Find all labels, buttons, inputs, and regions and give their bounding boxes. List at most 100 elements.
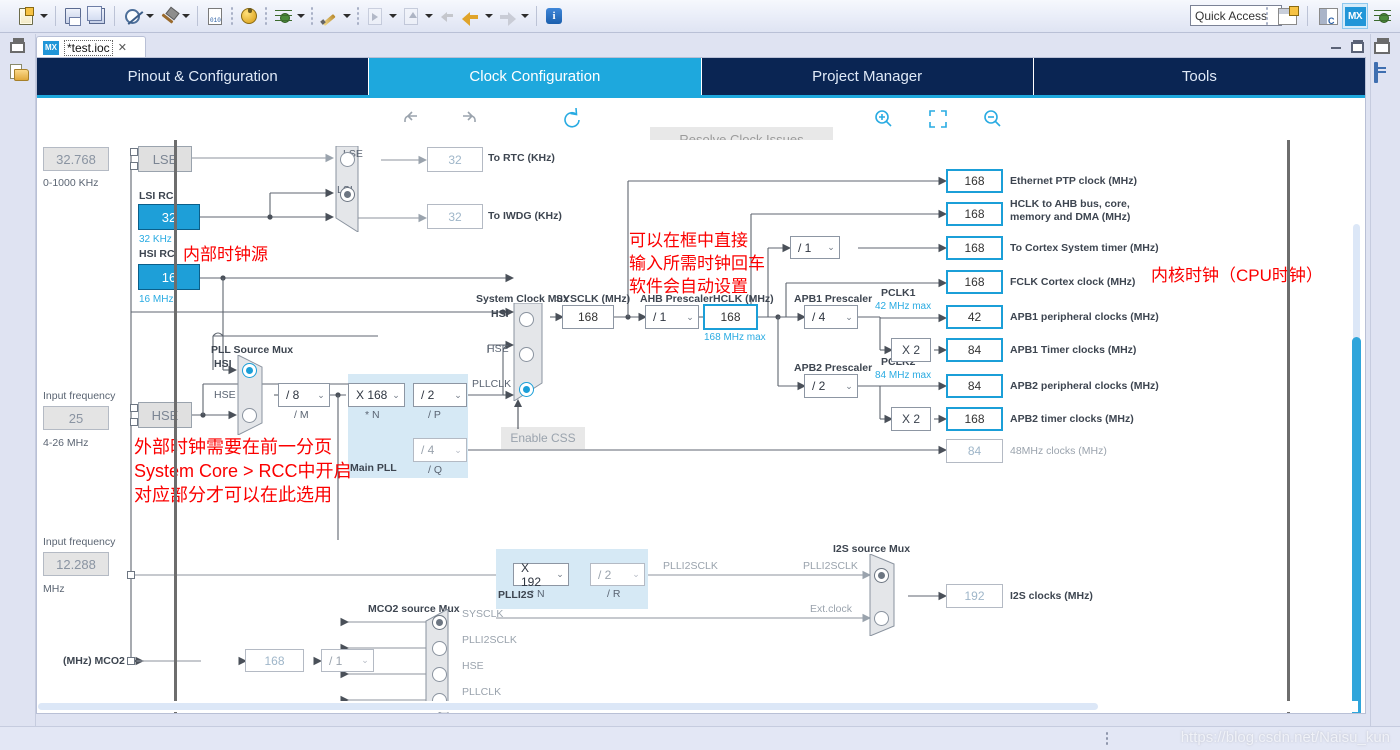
i2s-mux-radio-plli2sclk[interactable] xyxy=(874,568,889,583)
to-rtc-value-box[interactable]: 32 xyxy=(427,147,483,172)
output-value-fclk-cortex[interactable]: 168 xyxy=(946,270,1003,294)
i2s-input-frequency[interactable]: 12.288 xyxy=(43,552,109,576)
restore-view-button[interactable] xyxy=(10,38,34,60)
scrollbar-thumb[interactable] xyxy=(38,703,1098,710)
console-view-button[interactable] xyxy=(1373,62,1398,86)
mco-mux-radio-sysclk[interactable] xyxy=(432,615,447,630)
cubemx-perspective-button[interactable]: MX xyxy=(1342,3,1368,29)
canvas-left-divider[interactable] xyxy=(174,140,177,713)
no-build-button[interactable] xyxy=(120,4,144,28)
i2s-mux-radio-ext-clock[interactable] xyxy=(874,611,889,626)
no-build-dropdown-arrow[interactable] xyxy=(144,5,156,27)
sysmux-radio-hse[interactable] xyxy=(519,347,534,362)
status-bar-grip[interactable] xyxy=(1105,731,1109,747)
rtc-mux-radio-lse[interactable] xyxy=(340,152,355,167)
mco-mux-radio-plli2sclk[interactable] xyxy=(432,641,447,656)
apb1-prescaler-combo[interactable]: / 4 ⌄ xyxy=(804,305,858,329)
fit-to-screen-icon[interactable] xyxy=(925,107,951,131)
i2s-source-mux[interactable] xyxy=(868,554,912,636)
forward-dropdown-arrow[interactable] xyxy=(519,5,531,27)
project-explorer-button[interactable] xyxy=(10,64,34,86)
mco-value-box[interactable]: 168 xyxy=(245,649,304,672)
run-button[interactable] xyxy=(237,4,261,28)
c-cpp-perspective-button[interactable] xyxy=(1316,4,1340,28)
rtc-mux-radio-lsi[interactable] xyxy=(340,187,355,202)
output-value-apb1-peripheral[interactable]: 42 xyxy=(946,305,1003,329)
back-dropdown-arrow[interactable] xyxy=(483,5,495,27)
plli2s-n-combo[interactable]: X 192 ⌄ xyxy=(513,561,569,589)
debug-button[interactable] xyxy=(271,4,295,28)
toolbar-grip[interactable] xyxy=(230,6,234,26)
apb2-prescaler-combo[interactable]: / 2 ⌄ xyxy=(804,374,858,398)
pll-m-divider-combo[interactable]: / 8 ⌄ xyxy=(278,383,330,407)
build-button[interactable] xyxy=(156,4,180,28)
scrollbar-thumb[interactable] xyxy=(1352,337,1361,713)
save-button[interactable] xyxy=(61,4,85,28)
pll-p-divider-combo[interactable]: / 2 ⌄ xyxy=(413,383,467,407)
mco-mux-radio-hse[interactable] xyxy=(432,667,447,682)
lse-input-frequency[interactable]: 32.768 xyxy=(43,147,109,171)
to-iwdg-value-box[interactable]: 32 xyxy=(427,204,483,229)
perspective-grip[interactable] xyxy=(1265,6,1269,26)
hclk-value-box[interactable]: 168 xyxy=(703,304,758,330)
clock-tree-canvas[interactable]: 32.768 0-1000 KHz LSE LSI RC 32 32 KHz H… xyxy=(38,140,1365,713)
sysclk-value-box[interactable]: 168 xyxy=(562,305,614,329)
forward-button[interactable] xyxy=(495,4,519,28)
close-icon[interactable]: ✕ xyxy=(118,41,127,54)
plli2s-r-combo[interactable]: / 2 ⌄ xyxy=(590,563,645,586)
back-button[interactable] xyxy=(459,4,483,28)
build-dropdown-arrow[interactable] xyxy=(180,5,192,27)
reset-icon[interactable] xyxy=(560,107,586,131)
output-value-ethernet-ptp[interactable]: 168 xyxy=(946,169,1003,193)
mco-divider-combo[interactable]: / 1 ⌄ xyxy=(321,649,374,672)
toolbar-grip[interactable] xyxy=(310,6,314,26)
i2s-clocks-value-box[interactable]: 192 xyxy=(946,584,1003,608)
binaries-button[interactable] xyxy=(203,4,227,28)
output-value-apb2-timer[interactable]: 168 xyxy=(946,407,1003,431)
zoom-in-icon[interactable] xyxy=(871,107,897,131)
output-value-48mhz[interactable]: 84 xyxy=(946,439,1003,463)
output-value-apb1-timer[interactable]: 84 xyxy=(946,338,1003,362)
open-tool-dropdown-arrow[interactable] xyxy=(341,5,353,27)
pll-mux-radio-hsi[interactable] xyxy=(242,363,257,378)
output-value-hclk-ahb[interactable]: 168 xyxy=(946,202,1003,226)
pll-mux-radio-hse[interactable] xyxy=(242,408,257,423)
next-annotation-dropdown-arrow[interactable] xyxy=(423,5,435,27)
back-small-button[interactable] xyxy=(435,4,459,28)
debug-perspective-button[interactable] xyxy=(1370,4,1394,28)
hse-input-frequency[interactable]: 25 xyxy=(43,406,109,430)
tab-project-manager[interactable]: Project Manager xyxy=(701,58,1034,95)
output-value-apb2-peripheral[interactable]: 84 xyxy=(946,374,1003,398)
hse-oscillator-box[interactable]: HSE xyxy=(138,402,192,428)
cortex-prescaler-combo[interactable]: / 1 ⌄ xyxy=(790,236,840,259)
new-file-button[interactable] xyxy=(14,4,38,28)
external-tools-dropdown-arrow[interactable] xyxy=(387,5,399,27)
lsi-rc-value-box[interactable]: 32 xyxy=(138,204,200,230)
debug-dropdown-arrow[interactable] xyxy=(295,5,307,27)
toolbar-grip[interactable] xyxy=(356,6,360,26)
canvas-right-divider[interactable] xyxy=(1287,140,1290,713)
zoom-out-icon[interactable] xyxy=(980,107,1006,131)
canvas-horizontal-scrollbar[interactable] xyxy=(38,701,1358,712)
maximize-icon[interactable] xyxy=(1351,39,1364,53)
tab-clock-configuration[interactable]: Clock Configuration xyxy=(369,58,702,95)
editor-tab-test-ioc[interactable]: MX *test.ioc ✕ xyxy=(36,36,146,58)
toolbar-grip[interactable] xyxy=(264,6,268,26)
ahb-prescaler-combo[interactable]: / 1 ⌄ xyxy=(645,305,699,329)
minimize-icon[interactable] xyxy=(1330,39,1343,51)
lse-oscillator-box[interactable]: LSE xyxy=(138,146,192,172)
external-tools-button[interactable] xyxy=(363,4,387,28)
tab-tools[interactable]: Tools xyxy=(1033,58,1365,95)
pll-n-multiplier-combo[interactable]: X 168 ⌄ xyxy=(348,383,405,407)
output-value-cortex-systick[interactable]: 168 xyxy=(946,236,1003,260)
new-file-dropdown-arrow[interactable] xyxy=(38,5,50,27)
hsi-rc-value-box[interactable]: 16 xyxy=(138,264,200,290)
canvas-vertical-scrollbar[interactable] xyxy=(1350,224,1362,713)
next-annotation-button[interactable] xyxy=(399,4,423,28)
restore-view-button-right[interactable] xyxy=(1374,38,1398,60)
tab-pinout-configuration[interactable]: Pinout & Configuration xyxy=(37,58,370,95)
undo-icon[interactable] xyxy=(401,107,427,131)
pll-q-divider-combo[interactable]: / 4 ⌄ xyxy=(413,438,467,462)
redo-icon[interactable] xyxy=(455,107,481,131)
open-perspective-button[interactable] xyxy=(1275,4,1299,28)
